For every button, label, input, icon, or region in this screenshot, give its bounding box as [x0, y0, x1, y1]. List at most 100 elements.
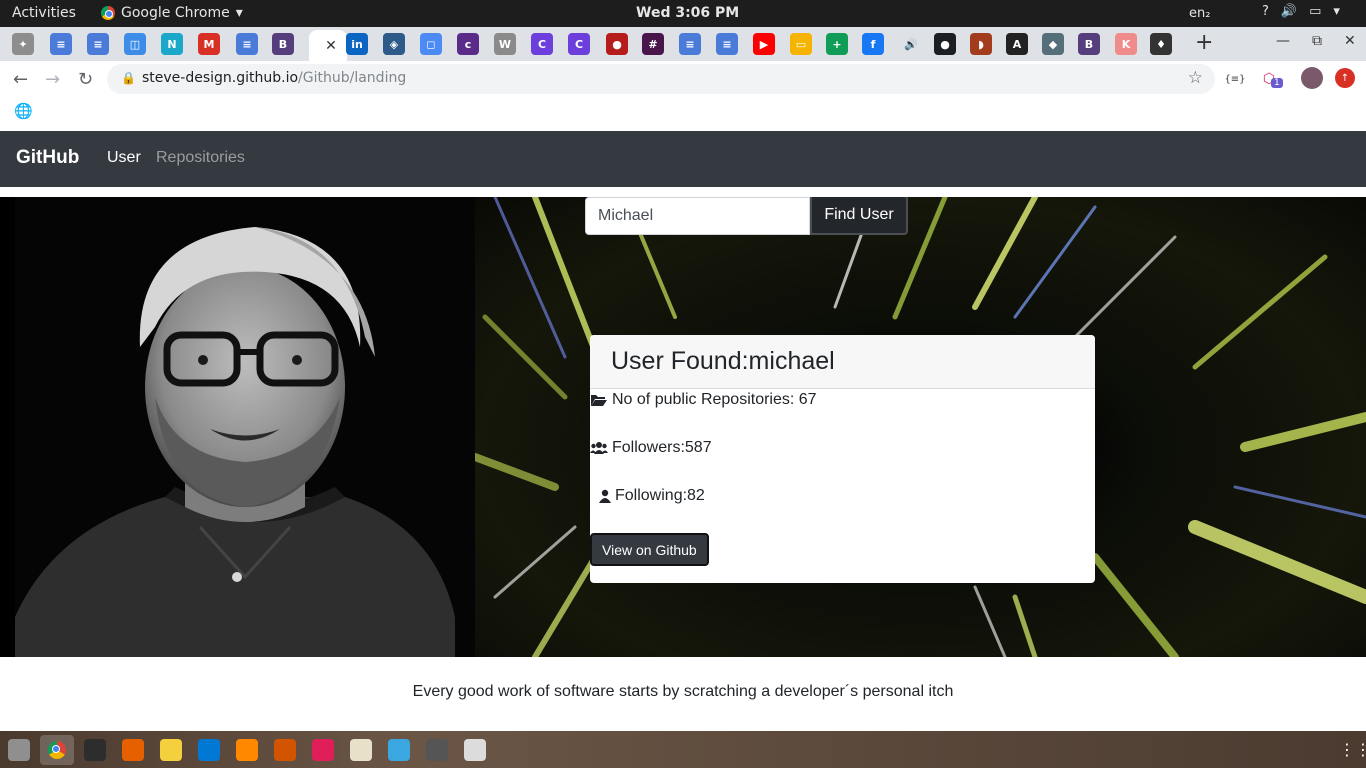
tab-flame-icon[interactable]: ♦: [1150, 33, 1172, 55]
chrome-icon: [101, 6, 115, 20]
tab-active[interactable]: ✕: [309, 30, 347, 61]
tab-sheets-plus-icon[interactable]: +: [826, 33, 848, 55]
repos-count: No of public Repositories: 67: [612, 391, 817, 408]
chrome-icon[interactable]: [40, 735, 74, 765]
dock: ⋮⋮⋮: [0, 731, 1366, 768]
close-window-button[interactable]: ✕: [1344, 33, 1356, 49]
lock-icon[interactable]: 🔒: [121, 71, 136, 85]
user-icon: [599, 489, 611, 503]
tab-angular-icon[interactable]: A: [1006, 33, 1028, 55]
url-host: steve-design.github.io: [142, 70, 299, 86]
maximize-button[interactable]: ⧉: [1312, 33, 1322, 49]
firefox-icon[interactable]: [122, 739, 144, 761]
users-icon: [590, 442, 608, 454]
clock[interactable]: Wed 3:06 PM: [636, 5, 739, 21]
tab-linkedin-icon[interactable]: in: [346, 33, 368, 55]
tab-docs-icon[interactable]: ≡: [236, 33, 258, 55]
tab-docs-icon[interactable]: ≡: [716, 33, 738, 55]
navbar-brand[interactable]: GitHub: [16, 147, 79, 169]
tab-slack-icon[interactable]: #: [642, 33, 664, 55]
site-navbar: GitHub User Repositories: [0, 131, 1366, 187]
user-card: User Found:michael No of public Reposito…: [590, 335, 1095, 583]
language-indicator[interactable]: en₂: [1189, 6, 1210, 21]
extension-badge: 1: [1271, 78, 1283, 88]
followers-row: Followers:587: [590, 439, 712, 457]
minimize-button[interactable]: —: [1276, 33, 1290, 49]
url-path: /Github/landing: [298, 70, 407, 86]
files-icon[interactable]: [8, 739, 30, 761]
nav-link-user[interactable]: User: [107, 149, 141, 167]
office-icon[interactable]: [274, 739, 296, 761]
tab-wordpress-icon[interactable]: W: [494, 33, 516, 55]
find-user-button[interactable]: Find User: [810, 197, 908, 235]
close-tab-icon[interactable]: ✕: [325, 38, 337, 54]
nav-link-repositories[interactable]: Repositories: [156, 149, 245, 167]
tab-docs-icon[interactable]: ≡: [50, 33, 72, 55]
battery-icon[interactable]: ▭: [1309, 4, 1321, 19]
back-button[interactable]: ←: [13, 69, 28, 90]
portrait-illustration: [15, 197, 475, 657]
activities-button[interactable]: Activities: [12, 5, 76, 21]
tab-k-icon[interactable]: K: [1115, 33, 1137, 55]
vscode-icon[interactable]: [198, 739, 220, 761]
extension-icon[interactable]: ⬡ 1: [1258, 68, 1283, 90]
tab-square-icon[interactable]: ◫: [124, 33, 146, 55]
reload-button[interactable]: ↻: [78, 69, 93, 90]
tab-bootstrap-icon[interactable]: B: [272, 33, 294, 55]
chevron-down-icon: ▾: [235, 5, 243, 21]
tab-slides-icon[interactable]: ▭: [790, 33, 812, 55]
system-icon[interactable]: [426, 739, 448, 761]
volume-icon[interactable]: 🔊: [1281, 4, 1297, 19]
terminal-icon[interactable]: [84, 739, 106, 761]
tab-docs-icon[interactable]: ≡: [87, 33, 109, 55]
tab-docs-icon[interactable]: ≡: [679, 33, 701, 55]
tab-canva-icon[interactable]: C: [568, 33, 590, 55]
new-tab-button[interactable]: +: [1195, 30, 1213, 55]
app-menu[interactable]: Google Chrome ▾: [101, 5, 243, 21]
editor-icon[interactable]: [464, 739, 486, 761]
profile-avatar[interactable]: [1301, 67, 1323, 89]
tab-box-icon[interactable]: ◈: [383, 33, 405, 55]
tab-gitbook-icon[interactable]: ✦: [12, 33, 34, 55]
tab-youtube-icon[interactable]: ▶: [753, 33, 775, 55]
tab-canva-icon[interactable]: C: [531, 33, 553, 55]
portrait-image: [15, 197, 475, 657]
hero-section: Find User User Found:michael No of publi…: [0, 197, 1366, 657]
show-applications-icon[interactable]: ⋮⋮⋮: [1339, 740, 1366, 759]
globe-icon[interactable]: 🌐: [14, 102, 33, 120]
system-tray[interactable]: ? 🔊 ▭ ▾: [1262, 4, 1340, 19]
following-count: Following:82: [615, 487, 705, 504]
vlc-icon[interactable]: [236, 739, 258, 761]
slack-icon[interactable]: [312, 739, 334, 761]
tab-layers-icon[interactable]: ◆: [1042, 33, 1064, 55]
tab-firebase-icon[interactable]: ◗: [970, 33, 992, 55]
bookmarks-bar: 🌐: [0, 97, 1366, 127]
card-header: User Found:michael: [590, 335, 1095, 389]
forward-button[interactable]: →: [45, 69, 60, 90]
footer-tagline: Every good work of software starts by sc…: [412, 683, 954, 700]
tab-github-icon[interactable]: ●: [934, 33, 956, 55]
system-top-bar: Activities Google Chrome ▾ Wed 3:06 PM e…: [0, 0, 1366, 27]
json-extension-icon[interactable]: {≡}: [1224, 68, 1246, 90]
window-controls: — ⧉ ✕: [1276, 33, 1356, 49]
tab-facebook-icon[interactable]: f: [862, 33, 884, 55]
document-icon[interactable]: [350, 739, 372, 761]
tab-bootstrap-icon[interactable]: B: [1078, 33, 1100, 55]
tab-n-icon[interactable]: N: [161, 33, 183, 55]
system-menu-icon[interactable]: ▾: [1333, 4, 1340, 19]
search-input[interactable]: [585, 197, 810, 235]
tab-audio-icon[interactable]: 🔊: [900, 33, 922, 55]
bookmark-star-icon[interactable]: ☆: [1188, 68, 1203, 88]
tab-gmail-icon[interactable]: M: [198, 33, 220, 55]
url-text[interactable]: steve-design.github.io/Github/landing: [142, 70, 406, 86]
sparkle-icon[interactable]: [388, 739, 410, 761]
help-icon[interactable]: ?: [1262, 4, 1269, 19]
address-bar[interactable]: 🔒 steve-design.github.io/Github/landing …: [107, 64, 1215, 94]
notes-icon[interactable]: [160, 739, 182, 761]
tab-frame-icon[interactable]: ◻: [420, 33, 442, 55]
card-title: User Found:michael: [611, 347, 835, 375]
tab-colorlib-icon[interactable]: c: [457, 33, 479, 55]
view-on-github-button[interactable]: View on Github: [590, 533, 709, 566]
tab-dot-icon[interactable]: ●: [606, 33, 628, 55]
update-icon[interactable]: ↑: [1335, 68, 1355, 88]
